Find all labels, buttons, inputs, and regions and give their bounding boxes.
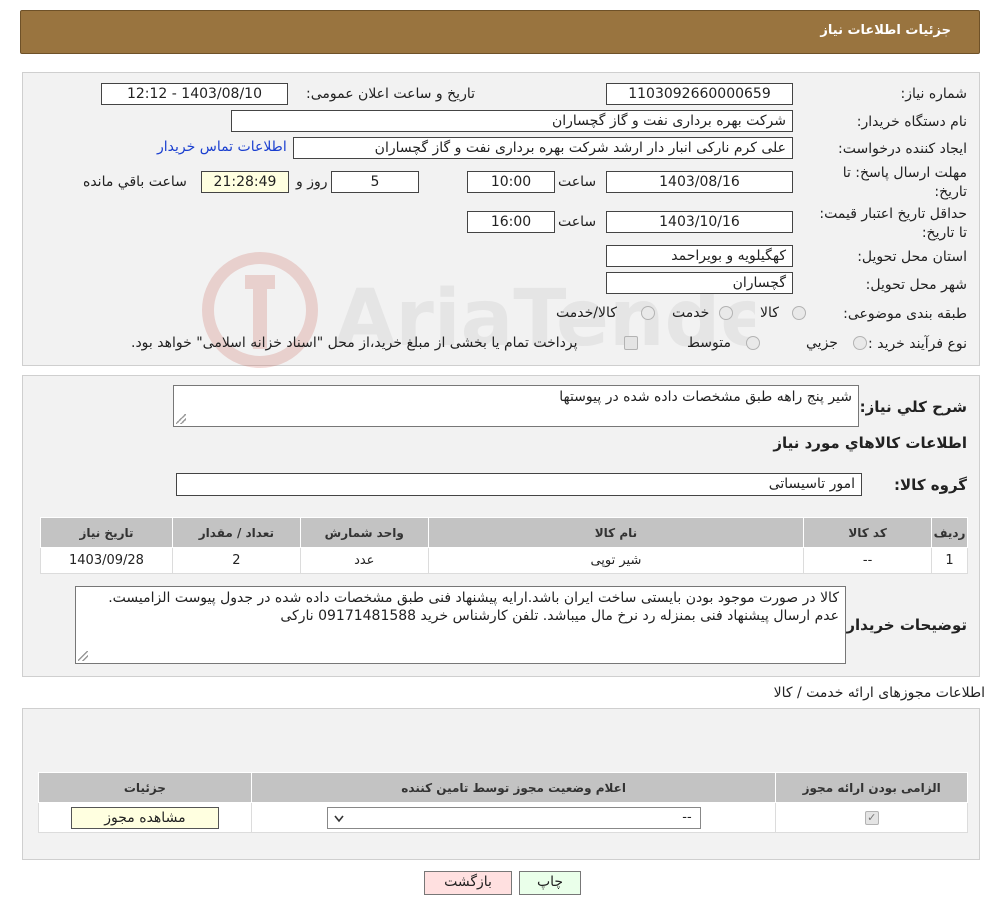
deadline-days-label: روز و [296, 174, 328, 190]
announce-datetime-label: تاریخ و ساعت اعلان عمومی: [306, 86, 475, 102]
deadline-date-field: 1403/08/16 [606, 171, 793, 193]
cell-permit-status: -- [250, 802, 777, 833]
col-code: کد کالا [803, 517, 933, 548]
remaining-time-label: ساعت باقي مانده [83, 174, 187, 190]
buyer-notes-text: کالا در صورت موجود بودن بایستی ساخت ایرا… [108, 590, 839, 624]
deadline-label: مهلت ارسال پاسخ: تا تاریخ: [842, 165, 967, 200]
goods-table: رديف کد کالا نام کالا واحد شمارش تعداد /… [40, 517, 968, 574]
buyer-contact-link[interactable]: اطلاعات تماس خریدار [157, 139, 287, 155]
buyer-org-label: نام دستگاه خریدار: [856, 114, 967, 130]
print-button[interactable]: چاپ [519, 871, 581, 895]
table-row: 1 -- شیر توپی عدد 2 1403/09/28 [40, 547, 968, 574]
page-header: جزئیات اطلاعات نیاز [20, 10, 980, 54]
cell-permit-details: مشاهده مجوز [38, 802, 252, 833]
city-label: شهر محل تحویل: [865, 277, 967, 293]
cell-unit: عدد [299, 547, 429, 574]
view-permit-button[interactable]: مشاهده مجوز [70, 806, 219, 829]
need-number-field: 1103092660000659 [606, 83, 793, 105]
category-goods-service-label: کالا/خدمت [556, 305, 617, 321]
resize-grip[interactable] [78, 651, 88, 661]
process-small-radio[interactable] [853, 336, 867, 350]
category-service-radio[interactable] [719, 306, 733, 320]
deadline-days-field: 5 [331, 171, 419, 193]
permit-status-value: -- [682, 809, 692, 825]
cell-code: -- [803, 547, 933, 574]
deadline-time-label: ساعت [558, 174, 597, 190]
requester-field: علی کرم نارکی انبار دار ارشد شرکت بهره ب… [293, 137, 793, 159]
permit-status-select[interactable]: -- [326, 806, 701, 829]
col-permit-details: جزئیات [38, 772, 252, 803]
category-service-label: خدمت [672, 305, 710, 321]
treasury-note: پرداخت تمام یا بخشی از مبلغ خرید،از محل … [131, 335, 578, 351]
cell-date: 1403/09/28 [40, 547, 173, 574]
table-row: ✓ -- مشاهده مجوز [38, 802, 968, 833]
resize-grip[interactable] [176, 414, 186, 424]
price-validity-time-label: ساعت [558, 214, 597, 230]
price-validity-label: حداقل تاریخ اعتبار قیمت: تا تاریخ: [819, 206, 967, 241]
cell-permit-required: ✓ [775, 802, 968, 833]
need-desc-text: شیر پنج راهه طبق مشخصات داده شده در پیوس… [559, 389, 852, 405]
category-goods-radio[interactable] [792, 306, 806, 320]
col-name: نام کالا [427, 517, 805, 548]
price-validity-date-field: 1403/10/16 [606, 211, 793, 233]
back-button[interactable]: بازگشت [424, 871, 512, 895]
col-qty: تعداد / مقدار [171, 517, 301, 548]
city-field: گچساران [606, 272, 793, 294]
buyer-notes-label: توضیحات خریدار: [840, 616, 967, 634]
permit-required-checkbox[interactable]: ✓ [864, 810, 879, 825]
goods-info-title: اطلاعات کالاهاي مورد نياز [773, 434, 967, 452]
remaining-time-field: 21:28:49 [201, 171, 289, 193]
buyer-notes-textarea: کالا در صورت موجود بودن بایستی ساخت ایرا… [75, 586, 846, 664]
col-permit-required: الزامی بودن ارائه مجوز [775, 772, 968, 803]
announce-datetime-field: 1403/08/10 - 12:12 [101, 83, 288, 105]
process-medium-label: متوسط [687, 335, 731, 351]
col-date: تاريخ نياز [40, 517, 173, 548]
chevron-down-icon [334, 815, 344, 822]
goods-group-label: گروه کالا: [894, 476, 967, 494]
cell-name: شیر توپی [427, 547, 805, 574]
province-field: کهگیلویه و بویراحمد [606, 245, 793, 267]
price-validity-time-field: 16:00 [467, 211, 555, 233]
need-desc-label: شرح کلي نياز: [859, 398, 967, 416]
category-goods-service-radio[interactable] [641, 306, 655, 320]
col-permit-status: اعلام وضعیت مجوز توسط تامین کننده [250, 772, 777, 803]
process-medium-radio[interactable] [746, 336, 760, 350]
page-title: جزئیات اطلاعات نیاز [820, 23, 951, 38]
province-label: استان محل تحویل: [857, 249, 967, 265]
col-row: رديف [931, 517, 968, 548]
need-desc-textarea: شیر پنج راهه طبق مشخصات داده شده در پیوس… [173, 385, 859, 427]
category-goods-label: کالا [760, 305, 779, 321]
category-label: طبقه بندی موضوعی: [843, 306, 967, 322]
cell-qty: 2 [171, 547, 301, 574]
buyer-org-field: شرکت بهره برداری نفت و گاز گچساران [231, 110, 793, 132]
treasury-checkbox[interactable] [624, 336, 638, 350]
purchase-process-label: نوع فرآیند خرید : [868, 336, 967, 352]
goods-table-header: رديف کد کالا نام کالا واحد شمارش تعداد /… [40, 517, 968, 548]
cell-row: 1 [931, 547, 968, 574]
col-unit: واحد شمارش [299, 517, 429, 548]
permits-title: اطلاعات مجوزهای ارائه خدمت / کالا [773, 685, 985, 701]
deadline-time-field: 10:00 [467, 171, 555, 193]
process-small-label: جزیي [806, 335, 838, 351]
permits-table: الزامی بودن ارائه مجوز اعلام وضعیت مجوز … [38, 772, 968, 833]
permits-table-header: الزامی بودن ارائه مجوز اعلام وضعیت مجوز … [38, 772, 968, 803]
requester-label: ایجاد کننده درخواست: [838, 141, 967, 157]
need-number-label: شماره نیاز: [900, 86, 968, 102]
goods-group-field: امور تاسیساتی [176, 473, 862, 496]
